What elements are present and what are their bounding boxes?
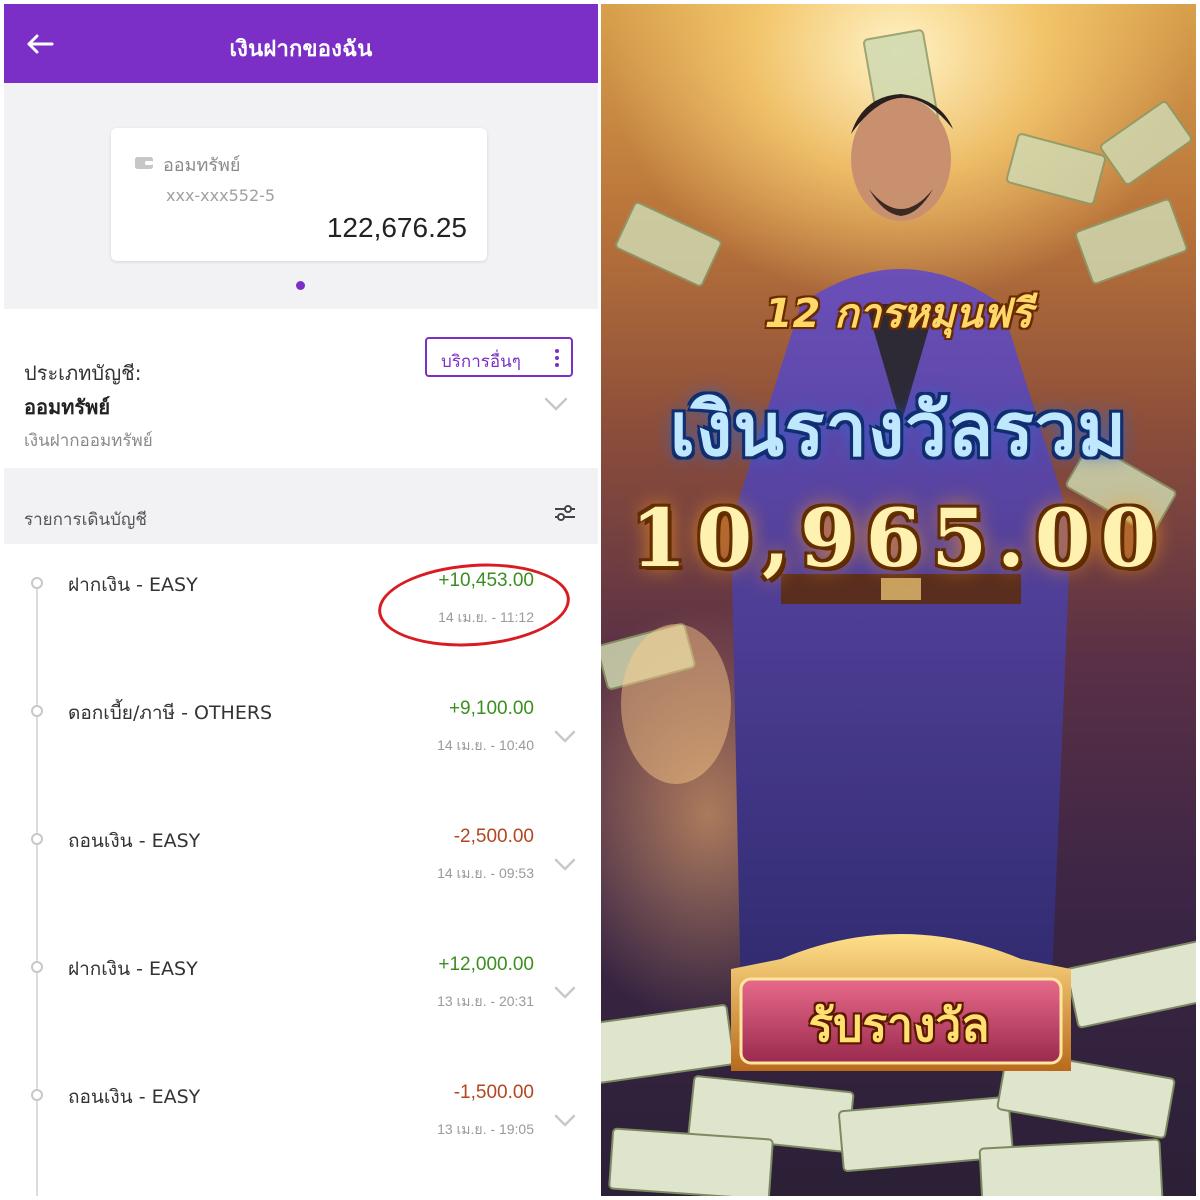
account-type-section: ประเภทบัญชี: ออมทรัพย์ เงินฝากออมทรัพย์ …: [4, 309, 598, 468]
game-promo-screen: 12 การหมุนฟรี เงินรางวัลรวม 10,965.00 รั…: [601, 4, 1196, 1196]
timeline-dot: [31, 961, 43, 973]
statement-header: รายการเดินบัญชี: [4, 468, 598, 544]
account-balance: 122,676.25: [326, 212, 467, 243]
account-type-heading: ประเภทบัญชี:: [24, 361, 142, 385]
prize-amount: 10,965.00: [630, 491, 1167, 585]
chevron-down-icon[interactable]: [554, 730, 576, 743]
page-title: เงินฝากของฉัน: [229, 37, 373, 62]
timeline-dot: [31, 705, 43, 717]
filter-sliders-icon[interactable]: [554, 504, 576, 522]
wallet-card-icon: [135, 157, 153, 169]
total-prize-title: เงินรางวัลรวม: [669, 387, 1128, 473]
account-card[interactable]: ออมทรัพย์ xxx-xxx552-5 122,676.25: [111, 128, 487, 261]
transaction-description: ดอกเบี้ย/ภาษี - OTHERS: [68, 702, 273, 724]
carousel-page-indicator: [296, 281, 305, 290]
chevron-down-icon[interactable]: [554, 858, 576, 871]
chevron-down-icon[interactable]: [544, 397, 568, 411]
transaction-description: ฝากเงิน - EASY: [68, 958, 198, 980]
chevron-down-icon[interactable]: [554, 986, 576, 999]
transaction-amount: -2,500.00: [453, 826, 534, 847]
transaction-row[interactable]: ดอกเบี้ย/ภาษี - OTHERS +9,100.00 14 เม.ย…: [4, 672, 598, 800]
more-vertical-icon: [555, 349, 559, 367]
timeline-dot: [31, 833, 43, 845]
timeline-dot: [31, 577, 43, 589]
transaction-date: 13 เม.ย. - 20:31: [437, 993, 534, 1009]
account-type-label: ออมทรัพย์: [163, 155, 241, 176]
app-header: เงินฝากของฉัน: [4, 4, 598, 83]
account-carousel: ออมทรัพย์ xxx-xxx552-5 122,676.25: [4, 83, 598, 309]
transaction-row[interactable]: ถอนเงิน - EASY -2,500.00 14 เม.ย. - 09:5…: [4, 800, 598, 928]
free-spins-text: 12 การหมุนฟรี: [764, 291, 1033, 337]
other-services-label: บริการอื่นๆ: [441, 352, 521, 372]
transaction-amount: +12,000.00: [438, 954, 534, 975]
transaction-amount: +9,100.00: [448, 698, 534, 719]
transaction-row[interactable]: ฝากเงิน - EASY +10,453.00 14 เม.ย. - 11:…: [4, 544, 598, 672]
account-number: xxx-xxx552-5: [166, 186, 276, 205]
transaction-description: ฝากเงิน - EASY: [68, 574, 198, 596]
red-highlight-circle: [375, 557, 573, 653]
transaction-date: 14 เม.ย. - 10:40: [437, 737, 534, 753]
bank-app-screen: เงินฝากของฉัน ออมทรัพย์ xxx-xxx552-5 122…: [4, 4, 598, 1196]
claim-prize-button[interactable]: รับรางวัล: [731, 959, 1067, 1071]
transaction-description: ถอนเงิน - EASY: [68, 1086, 201, 1108]
transaction-description: ถอนเงิน - EASY: [68, 830, 201, 852]
transaction-amount: -1,500.00: [453, 1082, 534, 1103]
transaction-date: 13 เม.ย. - 19:05: [437, 1121, 534, 1137]
timeline-dot: [31, 1089, 43, 1101]
statement-title: รายการเดินบัญชี: [24, 510, 147, 530]
transaction-row[interactable]: ฝากเงิน - EASY +12,000.00 13 เม.ย. - 20:…: [4, 928, 598, 1056]
claim-prize-label: รับรางวัล: [808, 998, 990, 1052]
other-services-button[interactable]: บริการอื่นๆ: [425, 337, 573, 377]
chevron-down-icon[interactable]: [554, 1114, 576, 1127]
transaction-row[interactable]: ถอนเงิน - EASY -1,500.00 13 เม.ย. - 19:0…: [4, 1056, 598, 1184]
transaction-date: 14 เม.ย. - 09:53: [437, 865, 534, 881]
account-type-value: ออมทรัพย์: [24, 395, 111, 419]
transaction-list: ฝากเงิน - EASY +10,453.00 14 เม.ย. - 11:…: [4, 544, 598, 1196]
account-type-description: เงินฝากออมทรัพย์: [24, 431, 153, 451]
